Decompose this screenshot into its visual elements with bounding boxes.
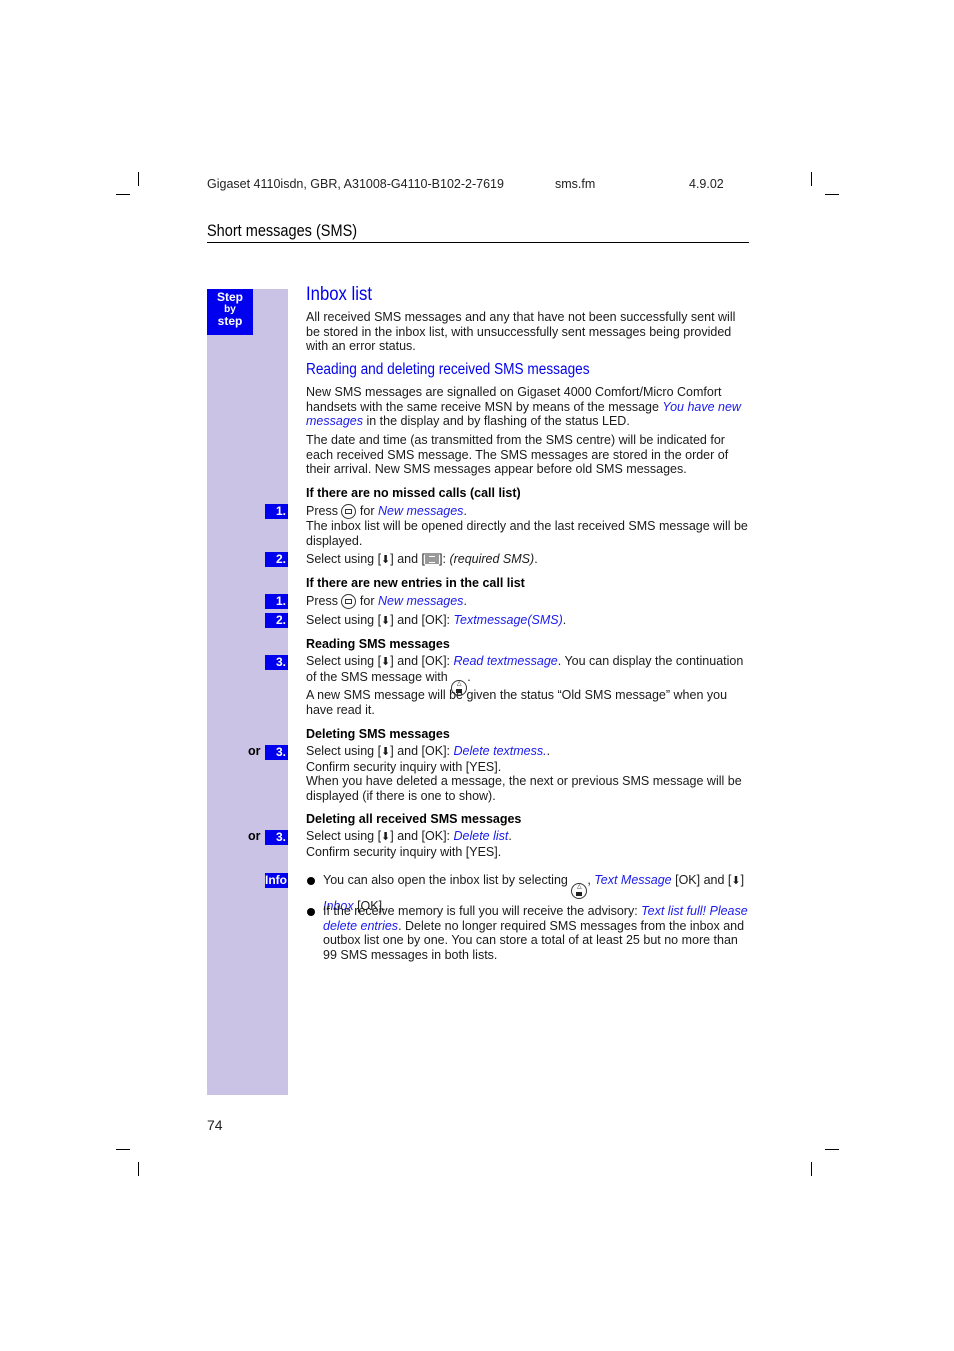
document-id: Gigaset 4110isdn, GBR, A31008-G4110-B102… <box>207 177 504 191</box>
down-arrow-icon: ⬇ <box>381 831 391 843</box>
down-arrow-icon: ⬇ <box>381 615 391 627</box>
or-label: or <box>248 829 261 843</box>
section-rule <box>207 242 749 243</box>
envelope-key-icon <box>341 504 357 519</box>
or-label: or <box>248 744 261 758</box>
crop-mark <box>116 1149 130 1150</box>
step-number: 1. <box>265 594 288 609</box>
subsection-title: Reading and deleting received SMS messag… <box>306 361 590 378</box>
deleting-heading: Deleting SMS messages <box>306 727 450 741</box>
step-instruction: Press for New messages. The inbox list wi… <box>306 504 748 548</box>
step-badge-line1: Step <box>216 290 243 304</box>
info-badge: Info <box>265 873 288 888</box>
section-title: Short messages (SMS) <box>207 222 358 240</box>
envelope-key-icon <box>341 594 357 609</box>
step-instruction: Select using [⬇] and [OK]: Textmessage(S… <box>306 613 567 627</box>
step-instruction: Select using [⬇] and [OK]: Delete textme… <box>306 744 742 803</box>
down-arrow-icon: ⬇ <box>381 656 391 668</box>
step-instruction: Select using [⬇] and []: (required SMS). <box>306 552 538 566</box>
status-note: A new SMS message will be given the stat… <box>306 688 728 717</box>
intro-paragraph: All received SMS messages and any that h… <box>306 310 736 353</box>
step-number: 2. <box>265 552 288 567</box>
deleting-all-heading: Deleting all received SMS messages <box>306 812 522 826</box>
page-number: 74 <box>207 1117 223 1133</box>
step-instruction: Press for New messages. <box>306 594 467 609</box>
order-paragraph: The date and time (as transmitted from t… <box>306 433 729 476</box>
down-arrow-icon: ⬇ <box>381 746 391 758</box>
step-sidebar <box>207 289 288 1095</box>
crop-mark <box>138 1162 139 1176</box>
menu-key-icon <box>425 553 440 564</box>
crop-mark <box>116 194 130 195</box>
crop-mark <box>138 172 139 186</box>
bullet-icon <box>307 877 315 885</box>
step-instruction: Select using [⬇] and [OK]: Delete list. C… <box>306 829 512 859</box>
step-number: 3. <box>265 745 288 760</box>
crop-mark <box>811 172 812 186</box>
step-badge-line3: step <box>217 314 243 328</box>
down-arrow-icon: ⬇ <box>731 875 741 887</box>
file-name: sms.fm <box>555 177 596 191</box>
crop-mark <box>811 1162 812 1176</box>
new-entries-heading: If there are new entries in the call lis… <box>306 576 525 590</box>
signal-paragraph: New SMS messages are signalled on Gigase… <box>306 385 741 428</box>
document-date: 4.9.02 <box>689 177 724 191</box>
step-number: 3. <box>265 830 288 845</box>
down-arrow-icon: ⬇ <box>381 554 391 566</box>
step-number: 3. <box>265 655 288 670</box>
bullet-icon <box>307 908 315 916</box>
crop-mark <box>825 1149 839 1150</box>
step-number: 2. <box>265 613 288 628</box>
page-title: Inbox list <box>306 284 372 305</box>
navigation-key-icon: △ <box>571 883 588 899</box>
no-missed-calls-heading: If there are no missed calls (call list) <box>306 486 521 500</box>
reading-heading: Reading SMS messages <box>306 637 450 651</box>
crop-mark <box>825 194 839 195</box>
step-by-step-badge: Step by step <box>207 289 253 335</box>
info-bullet: If the receive memory is full you will r… <box>323 904 748 962</box>
step-number: 1. <box>265 504 288 519</box>
